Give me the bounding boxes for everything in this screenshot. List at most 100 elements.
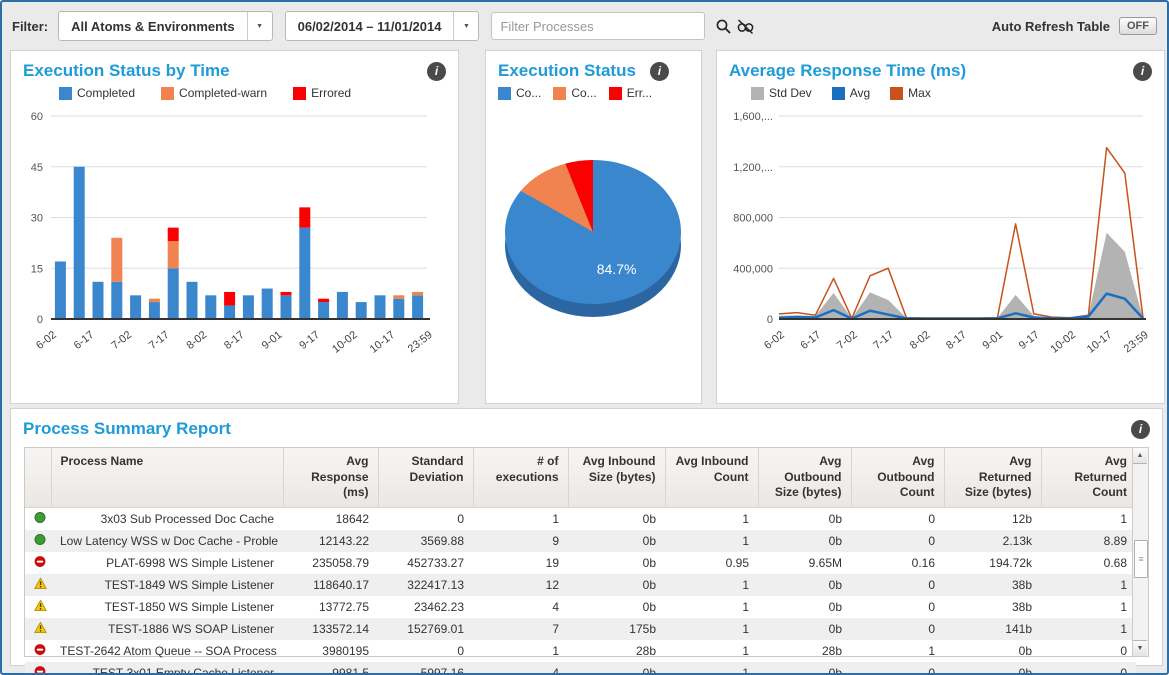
col-avg-returned-size-bytes-[interactable]: Avg Returned Size (bytes) xyxy=(944,448,1041,507)
scroll-thumb[interactable] xyxy=(1134,540,1148,578)
table-cell: 0b xyxy=(944,640,1041,662)
svg-text:23:59: 23:59 xyxy=(1122,329,1151,355)
table-row[interactable]: TEST-1850 WS Simple Listener13772.752346… xyxy=(25,596,1136,618)
panel-header: Execution Status by Time i xyxy=(11,51,458,83)
col-avg-inbound-count[interactable]: Avg Inbound Count xyxy=(665,448,758,507)
date-range-dropdown[interactable]: 06/02/2014 – 11/01/2014 ▼ xyxy=(285,11,480,41)
info-icon[interactable]: i xyxy=(1131,420,1150,439)
legend-item: Err... xyxy=(609,86,652,100)
svg-text:800,000: 800,000 xyxy=(733,213,773,225)
process-name-link[interactable]: TEST-1849 WS Simple Listener xyxy=(51,574,283,596)
legend-swatch xyxy=(293,87,306,100)
col-process-name[interactable]: Process Name xyxy=(51,448,283,507)
panel-execution-status-by-time: Execution Status by Time i CompletedComp… xyxy=(10,50,459,404)
legend-item: Avg xyxy=(832,86,870,100)
svg-text:6-02: 6-02 xyxy=(34,329,59,352)
info-icon[interactable]: i xyxy=(1133,62,1152,81)
table-cell: 0.16 xyxy=(851,552,944,574)
svg-text:8-02: 8-02 xyxy=(184,329,209,352)
table-row[interactable]: TEST-3x01 Empty Cache Listener9981.55997… xyxy=(25,662,1136,675)
svg-text:0: 0 xyxy=(37,314,43,326)
table-cell: 0.68 xyxy=(1041,552,1136,574)
table-cell: 0b xyxy=(568,662,665,675)
table-row[interactable]: Low Latency WSS w Doc Cache - Proble1214… xyxy=(25,530,1136,552)
scroll-up-button[interactable]: ▲ xyxy=(1133,448,1147,464)
legend-label: Co... xyxy=(516,86,541,100)
table-cell: 12 xyxy=(473,574,568,596)
date-range-value: 06/02/2014 – 11/01/2014 xyxy=(286,12,454,40)
legend-label: Err... xyxy=(627,86,652,100)
svg-text:6-17: 6-17 xyxy=(798,329,823,352)
legend-label: Std Dev xyxy=(769,86,812,100)
process-name-link[interactable]: TEST-2642 Atom Queue -- SOA Process xyxy=(51,640,283,662)
legend-label: Completed xyxy=(77,86,135,100)
filter-label: Filter: xyxy=(12,19,48,34)
panel-title: Execution Status xyxy=(498,61,636,81)
legend-item: Completed xyxy=(59,86,135,100)
table-row[interactable]: PLAT-6998 WS Simple Listener235058.79452… xyxy=(25,552,1136,574)
table-row[interactable]: TEST-1849 WS Simple Listener118640.17322… xyxy=(25,574,1136,596)
auto-refresh-toggle[interactable]: OFF xyxy=(1119,17,1157,35)
table-row[interactable]: TEST-1886 WS SOAP Listener133572.1415276… xyxy=(25,618,1136,640)
col-avg-outbound-size-bytes-[interactable]: Avg Outbound Size (bytes) xyxy=(758,448,851,507)
table-cell: 0b xyxy=(758,596,851,618)
col-avg-outbound-count[interactable]: Avg Outbound Count xyxy=(851,448,944,507)
svg-text:6-17: 6-17 xyxy=(72,329,97,352)
col-avg-response-ms-[interactable]: Avg Response (ms) xyxy=(283,448,378,507)
col-standard-deviation[interactable]: Standard Deviation xyxy=(378,448,473,507)
svg-text:7-02: 7-02 xyxy=(109,329,134,352)
table-cell: 194.72k xyxy=(944,552,1041,574)
svg-text:400,000: 400,000 xyxy=(733,263,773,275)
atoms-environments-value: All Atoms & Environments xyxy=(59,12,246,40)
binoculars-off-icon[interactable] xyxy=(735,15,755,37)
table-cell: 0b xyxy=(568,574,665,596)
table-row[interactable]: 3x03 Sub Processed Doc Cache18642010b10b… xyxy=(25,507,1136,530)
col-avg-returned-count[interactable]: Avg Returned Count xyxy=(1041,448,1136,507)
process-name-link[interactable]: 3x03 Sub Processed Doc Cache xyxy=(51,507,283,530)
legend-item: Co... xyxy=(498,86,541,100)
svg-text:7-17: 7-17 xyxy=(147,329,172,352)
col-avg-inbound-size-bytes-[interactable]: Avg Inbound Size (bytes) xyxy=(568,448,665,507)
bar-chart-legend: CompletedCompleted-warnErrored xyxy=(11,86,458,100)
chevron-down-icon: ▼ xyxy=(247,12,272,40)
panel-title: Process Summary Report xyxy=(23,419,231,439)
col--of-executions[interactable]: # of executions xyxy=(473,448,568,507)
process-name-link[interactable]: TEST-3x01 Empty Cache Listener xyxy=(51,662,283,675)
table-cell: 28b xyxy=(568,640,665,662)
table-cell: 0 xyxy=(851,662,944,675)
process-name-link[interactable]: TEST-1886 WS SOAP Listener xyxy=(51,618,283,640)
warn-status-icon xyxy=(25,618,51,640)
search-icon[interactable] xyxy=(713,15,733,37)
panel-header: Average Response Time (ms) i xyxy=(717,51,1164,83)
error-status-icon xyxy=(25,640,51,662)
legend-item: Errored xyxy=(293,86,351,100)
process-name-link[interactable]: TEST-1850 WS Simple Listener xyxy=(51,596,283,618)
svg-text:9-01: 9-01 xyxy=(260,329,285,352)
panel-execution-status: Execution Status i Co...Co...Err... 84.7… xyxy=(485,50,702,404)
legend-label: Co... xyxy=(571,86,596,100)
stddev-area xyxy=(779,233,1143,319)
table-cell: 2.13k xyxy=(944,530,1041,552)
atoms-environments-dropdown[interactable]: All Atoms & Environments ▼ xyxy=(58,11,272,41)
svg-text:9-17: 9-17 xyxy=(1017,329,1042,352)
auto-refresh-label: Auto Refresh Table xyxy=(992,19,1110,34)
table-cell: 322417.13 xyxy=(378,574,473,596)
table-cell: 0b xyxy=(758,662,851,675)
process-name-link[interactable]: PLAT-6998 WS Simple Listener xyxy=(51,552,283,574)
table-scrollbar[interactable]: ▲ ▼ xyxy=(1132,448,1148,656)
warn-status-icon xyxy=(25,596,51,618)
legend-item: Co... xyxy=(553,86,596,100)
table-cell: 0b xyxy=(758,530,851,552)
table-cell: 0b xyxy=(944,662,1041,675)
process-name-link[interactable]: Low Latency WSS w Doc Cache - Proble xyxy=(51,530,283,552)
filter-processes-input[interactable] xyxy=(491,12,705,40)
info-icon[interactable]: i xyxy=(650,62,669,81)
info-icon[interactable]: i xyxy=(427,62,446,81)
table-cell: 0.95 xyxy=(665,552,758,574)
panel-title: Execution Status by Time xyxy=(23,61,230,81)
legend-item: Max xyxy=(890,86,931,100)
table-row[interactable]: TEST-2642 Atom Queue -- SOA Process39801… xyxy=(25,640,1136,662)
svg-text:8-17: 8-17 xyxy=(944,329,969,352)
table-cell: 0 xyxy=(851,574,944,596)
scroll-down-button[interactable]: ▼ xyxy=(1133,640,1147,656)
